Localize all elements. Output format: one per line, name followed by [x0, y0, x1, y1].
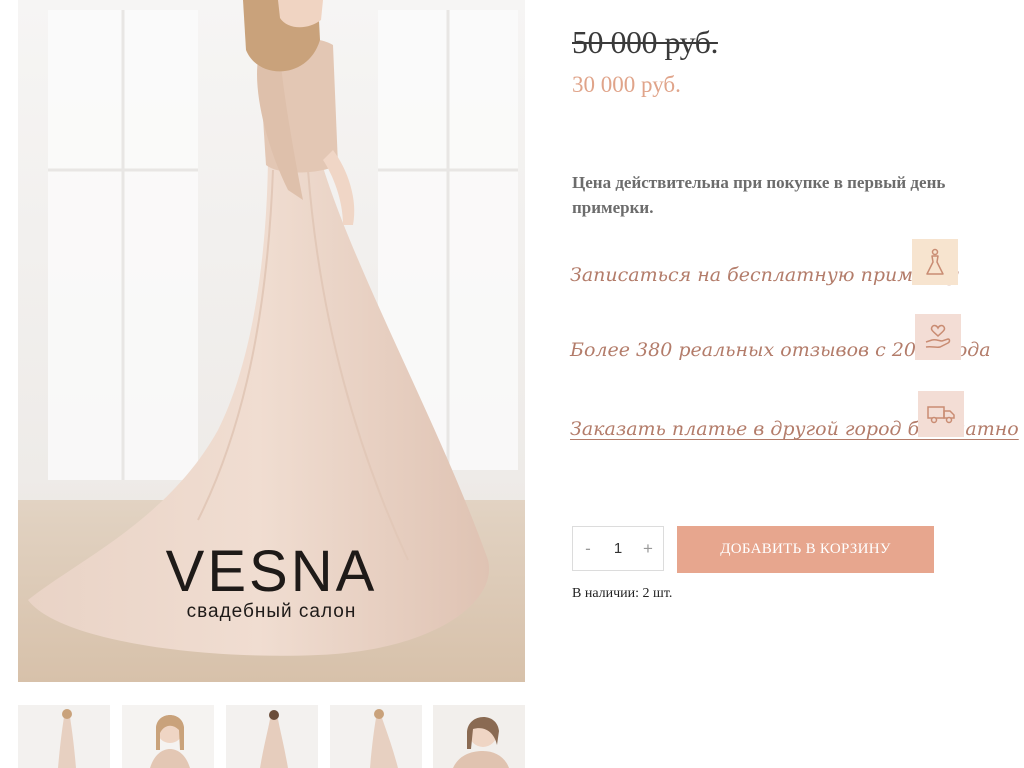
- quantity-value[interactable]: 1: [603, 540, 633, 557]
- truck-icon: [918, 391, 964, 437]
- thumbnail-3[interactable]: [226, 705, 318, 768]
- quantity-stepper: - 1 +: [572, 526, 664, 571]
- old-price: 50 000 руб.: [572, 24, 718, 60]
- quantity-increase-button[interactable]: +: [633, 539, 663, 559]
- price-note: Цена действительна при покупке в первый …: [572, 173, 946, 217]
- thumbnail-2[interactable]: [122, 705, 214, 768]
- brand-name: VESNA: [165, 539, 378, 604]
- heart-hand-icon: [915, 314, 961, 360]
- main-product-photo[interactable]: VESNA свадебный салон: [18, 0, 525, 682]
- brand-watermark: VESNA свадебный салон: [18, 542, 525, 622]
- quantity-decrease-button[interactable]: -: [573, 539, 603, 559]
- thumbnail-4[interactable]: [330, 705, 422, 768]
- stock-status: В наличии: 2 шт.: [572, 586, 673, 601]
- sale-price: 30 000 руб.: [572, 72, 681, 97]
- dress-icon: [912, 239, 958, 285]
- thumbnail-gallery: [18, 705, 525, 768]
- add-to-cart-button[interactable]: ДОБАВИТЬ В КОРЗИНУ: [677, 526, 934, 573]
- brand-tagline: свадебный салон: [186, 601, 357, 622]
- book-fitting-link[interactable]: Записаться на бесплатную примерку: [570, 264, 959, 286]
- thumbnail-5[interactable]: [433, 705, 525, 768]
- thumbnail-1[interactable]: [18, 705, 110, 768]
